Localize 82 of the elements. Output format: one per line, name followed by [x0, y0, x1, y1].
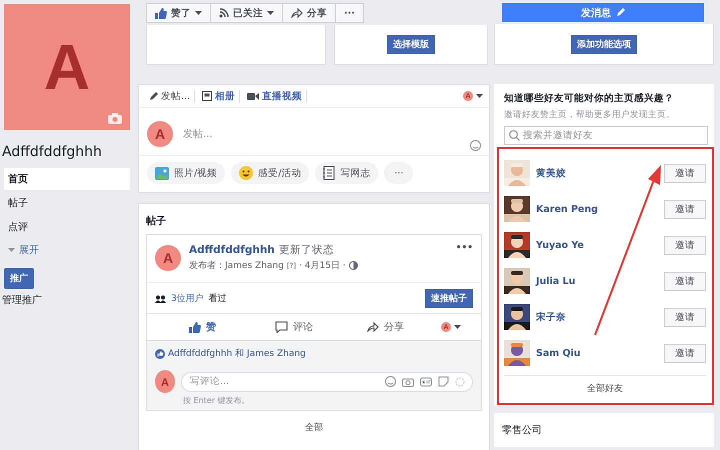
- likers-link[interactable]: Adffdfddfghhh 和 James Zhang: [168, 347, 306, 360]
- caret-down-icon: [454, 325, 461, 329]
- category-label: 零售公司: [502, 425, 542, 436]
- avatar: A: [147, 121, 173, 147]
- friend-name[interactable]: Yuyao Ye: [536, 240, 584, 250]
- invite-button[interactable]: 邀请: [664, 308, 706, 326]
- share-arrow-icon: [291, 8, 303, 18]
- rss-icon: [219, 8, 229, 18]
- viewers-link[interactable]: 3位用户: [171, 292, 204, 305]
- manage-promotions-link[interactable]: 管理推广: [2, 293, 134, 307]
- more-button[interactable]: ···: [384, 162, 414, 184]
- invite-title: 知道哪些好友可能对你的主页感兴趣？: [503, 92, 675, 105]
- video-camera-icon: [247, 92, 260, 100]
- page-action-button[interactable]: 分享: [282, 3, 336, 23]
- caret-down-icon: [476, 94, 483, 98]
- choose-template-button[interactable]: 选择模版: [387, 35, 435, 54]
- thumbs-up-icon: [189, 322, 202, 332]
- invite-button[interactable]: 邀请: [664, 272, 706, 290]
- composer-tab[interactable]: 发帖...: [145, 90, 196, 102]
- page-action-button[interactable]: ···: [335, 3, 364, 23]
- composer-tab[interactable]: 直播视频: [243, 90, 308, 102]
- people-icon: [155, 294, 166, 302]
- invite-button[interactable]: 邀请: [664, 344, 706, 362]
- reaction-button[interactable]: 分享: [340, 319, 431, 335]
- pencil-icon: [149, 92, 158, 100]
- post-date: · 4月15日 ·: [299, 260, 346, 272]
- composer-action-button[interactable]: 写网志: [315, 162, 378, 184]
- post-action-text: 更新了状态: [278, 244, 334, 256]
- emoji-icon: [385, 376, 396, 387]
- all-friends-link[interactable]: 全部好友: [504, 375, 706, 403]
- sticker-icon: [438, 376, 449, 387]
- thumbs-up-icon: [155, 8, 167, 18]
- byline: 发布者：James Zhang: [189, 260, 284, 272]
- smiley-icon: [239, 166, 254, 180]
- notebook-icon: [323, 166, 336, 180]
- invite-button[interactable]: 邀请: [664, 164, 706, 182]
- avatar: A: [155, 244, 181, 270]
- speech-bubble-icon: [274, 321, 288, 333]
- viewers-text: 看过: [208, 292, 227, 305]
- invite-subtitle: 邀请好友赞主页，帮助更多用户发现主页。: [503, 108, 676, 121]
- nav-item[interactable]: 帖子: [4, 192, 130, 214]
- friend-name[interactable]: Karen Peng: [536, 204, 598, 214]
- page-name: Adffdfddfghhh: [2, 144, 103, 160]
- emoji-icon: [470, 140, 481, 151]
- section-title: 帖子: [146, 214, 167, 229]
- friend-name[interactable]: Sam Qiu: [536, 348, 581, 358]
- promote-button[interactable]: 推广: [4, 268, 34, 289]
- page-action-button[interactable]: 赞了: [146, 3, 211, 23]
- friend-name[interactable]: 黄美姣: [536, 166, 566, 180]
- like-badge-icon: [155, 348, 165, 358]
- share-arrow-icon: [366, 322, 379, 332]
- composer-action-button[interactable]: 照片/视频: [147, 162, 226, 184]
- search-field[interactable]: 搜索并邀请好友: [504, 126, 708, 145]
- comment-field[interactable]: 写评论...: [181, 372, 473, 392]
- reaction-button[interactable]: 评论: [248, 319, 340, 335]
- profile-letter: A: [44, 35, 90, 99]
- composer-tab[interactable]: 相册: [198, 90, 240, 102]
- camera-icon: [108, 113, 122, 124]
- invite-button[interactable]: 邀请: [664, 200, 706, 218]
- photo-icon: [155, 166, 169, 180]
- send-message-button[interactable]: 发消息: [502, 3, 704, 22]
- pencil-icon: [616, 8, 625, 17]
- friend-name[interactable]: Julia Lu: [536, 276, 576, 286]
- camera-icon: [402, 376, 414, 386]
- boost-post-button[interactable]: 速推帖子: [425, 289, 473, 308]
- comment-hint: 按 Enter 键发布。: [183, 395, 251, 406]
- search-icon: [509, 130, 520, 141]
- invite-button[interactable]: 邀请: [664, 236, 706, 254]
- more-options-button[interactable]: •••: [456, 243, 473, 253]
- composer-action-button[interactable]: 感受/活动: [231, 162, 310, 184]
- nav-item[interactable]: 点评: [4, 216, 130, 238]
- album-icon: [202, 91, 212, 101]
- page-action-button[interactable]: 已关注: [210, 3, 283, 23]
- friend-name[interactable]: 宋子奈: [536, 310, 566, 324]
- author-link[interactable]: Adffdfddfghhh: [189, 244, 275, 256]
- caret-down-icon: [8, 248, 15, 252]
- expand-link[interactable]: 展开: [19, 243, 39, 257]
- add-features-button[interactable]: 添加功能选项: [571, 34, 637, 54]
- nav-item[interactable]: 首页: [4, 168, 130, 190]
- see-all-link[interactable]: 全部: [146, 421, 482, 434]
- avatar: A: [155, 370, 175, 393]
- reaction-button[interactable]: 赞: [157, 319, 248, 335]
